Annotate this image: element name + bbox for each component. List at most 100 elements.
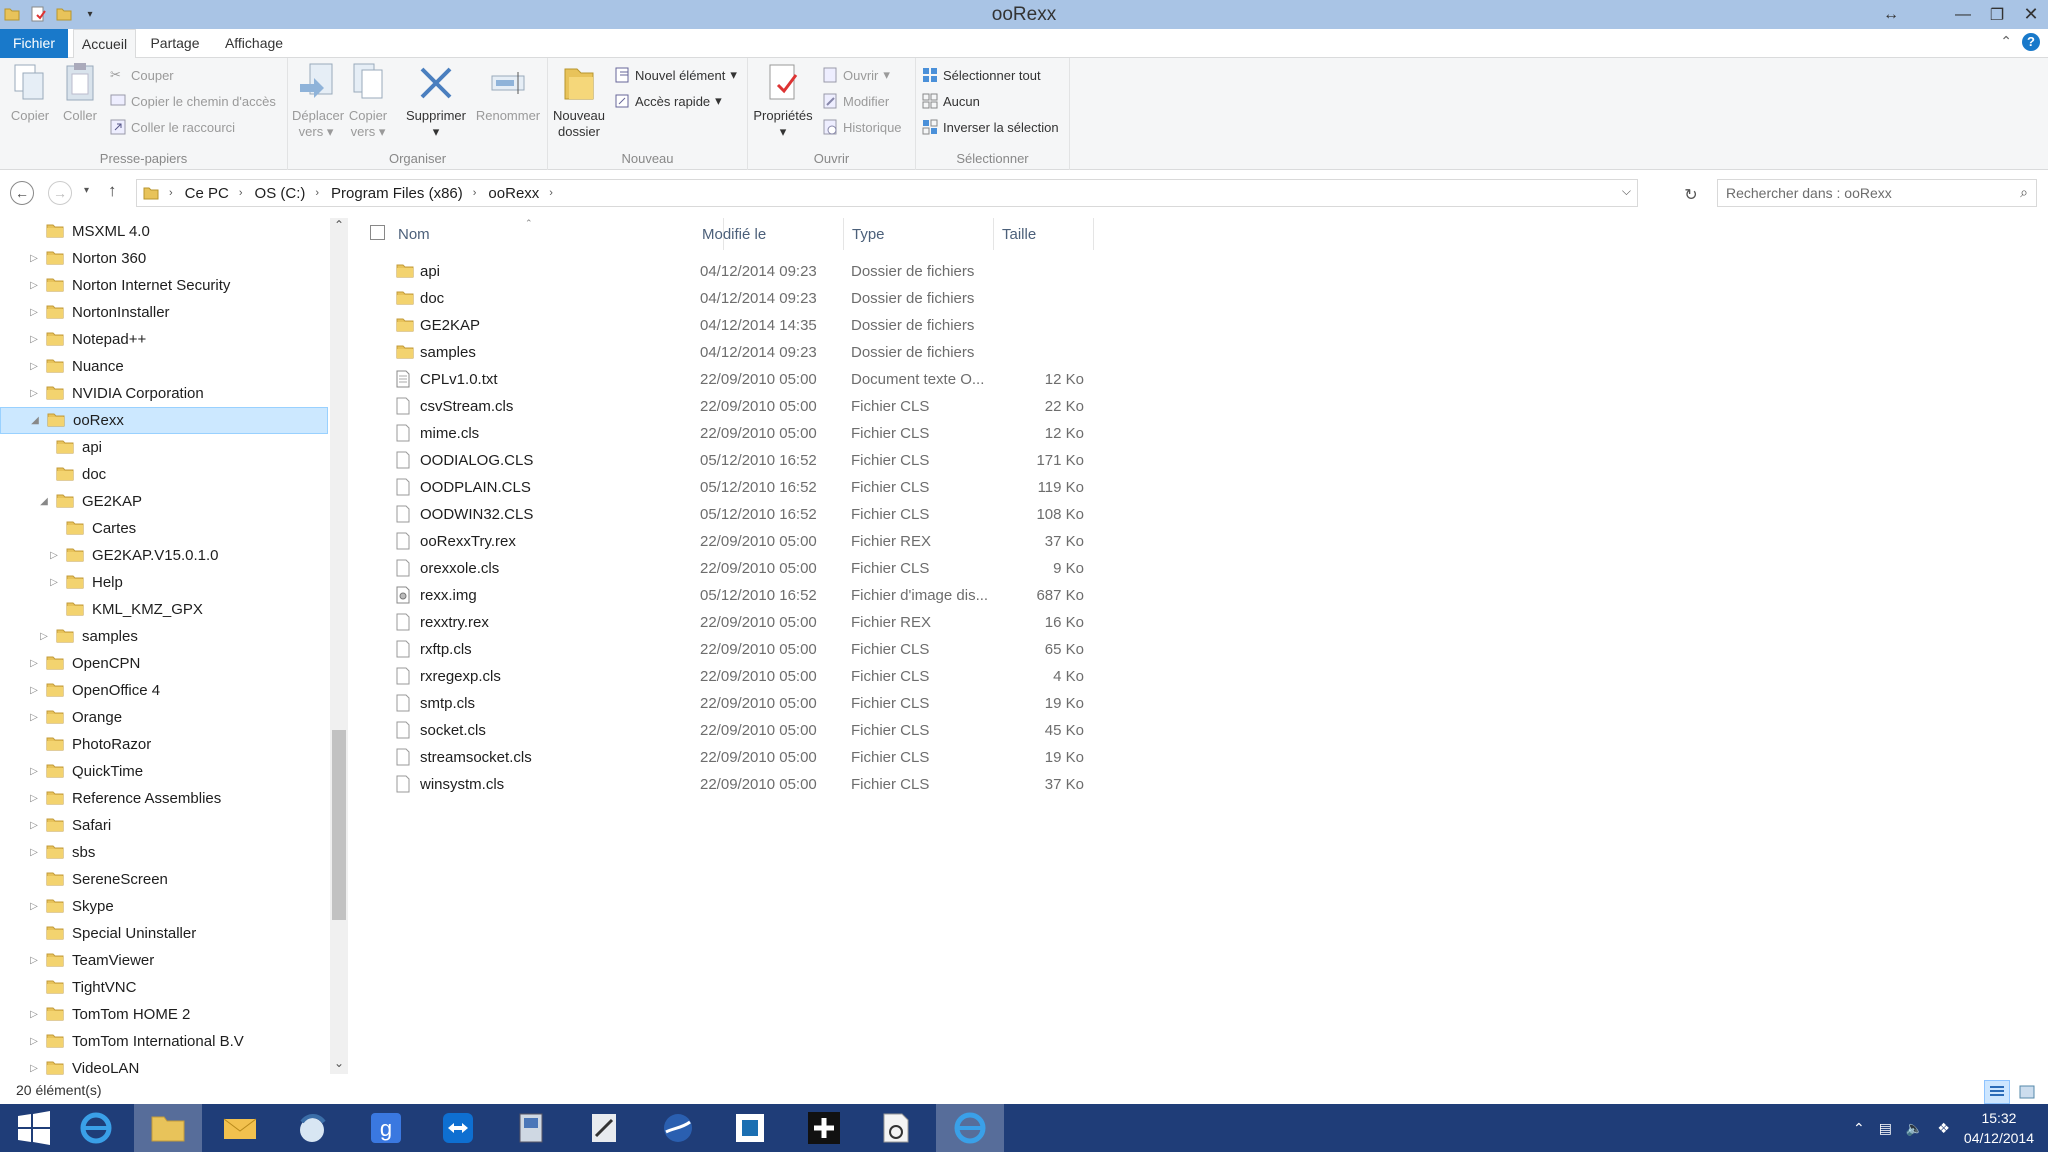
- back-button[interactable]: ←: [10, 181, 34, 205]
- file-row[interactable]: samples 04/12/2014 09:23 Dossier de fichie…: [360, 339, 1360, 366]
- tree-item[interactable]: MSXML 4.0: [0, 218, 328, 245]
- tree-item[interactable]: ▷ OpenCPN: [0, 650, 328, 677]
- tree-item[interactable]: ▷ Notepad++: [0, 326, 328, 353]
- copy-button[interactable]: Copier: [8, 62, 52, 124]
- thunderbird-icon[interactable]: [278, 1104, 346, 1152]
- show-hidden-icons-icon[interactable]: ⌃: [1853, 1120, 1865, 1137]
- network-icon[interactable]: ▤: [1879, 1120, 1892, 1137]
- file-row[interactable]: OODWIN32.CLS 05/12/2010 16:52 Fichier CLS 1…: [360, 501, 1360, 528]
- teamviewer-icon[interactable]: [424, 1104, 492, 1152]
- paste-shortcut-button[interactable]: Coller le raccourci: [110, 116, 235, 138]
- tree-expander-icon[interactable]: ▷: [48, 550, 60, 561]
- details-view-icon[interactable]: [1984, 1080, 2010, 1104]
- file-explorer-icon[interactable]: [134, 1104, 202, 1152]
- file-row[interactable]: orexxole.cls 22/09/2010 05:00 Fichier CLS 9…: [360, 555, 1360, 582]
- clock[interactable]: 15:32 04/12/2014: [1964, 1108, 2034, 1148]
- breadcrumb-chevron-icon[interactable]: ›: [315, 187, 319, 199]
- up-icon[interactable]: ↑: [108, 181, 117, 201]
- select-all-checkbox[interactable]: [370, 225, 385, 240]
- file-row[interactable]: streamsocket.cls 22/09/2010 05:00 Fichier …: [360, 744, 1360, 771]
- file-row[interactable]: ooRexxTry.rex 22/09/2010 05:00 Fichier REX…: [360, 528, 1360, 555]
- tree-item[interactable]: ▷ Help: [0, 569, 328, 596]
- tree-item[interactable]: ◢ GE2KAP: [0, 488, 328, 515]
- tab-view[interactable]: Affichage: [216, 29, 292, 58]
- address-dropdown-icon[interactable]: ⌵: [1622, 184, 1631, 199]
- tab-home[interactable]: Accueil: [73, 29, 136, 59]
- forward-button[interactable]: →: [48, 181, 72, 205]
- column-header-name[interactable]: Nom: [390, 218, 724, 250]
- breadcrumb-item[interactable]: OS (C:) ›: [249, 185, 326, 202]
- scrollbar-thumb[interactable]: [332, 730, 346, 920]
- scroll-up-icon[interactable]: ⌃: [330, 218, 348, 236]
- tree-item[interactable]: ▷ VideoLAN: [0, 1055, 328, 1080]
- column-header-modified[interactable]: Modifié le: [694, 218, 844, 250]
- tree-item[interactable]: ▷ TomTom HOME 2: [0, 1001, 328, 1028]
- tree-expander-icon[interactable]: ▷: [28, 1036, 40, 1047]
- tree-expander-icon[interactable]: ▷: [28, 685, 40, 696]
- tree-item[interactable]: ▷ Safari: [0, 812, 328, 839]
- tree-item[interactable]: ▷ QuickTime: [0, 758, 328, 785]
- file-row[interactable]: GE2KAP 04/12/2014 14:35 Dossier de fichier…: [360, 312, 1360, 339]
- tree-item[interactable]: ▷ Orange: [0, 704, 328, 731]
- tree-expander-icon[interactable]: ▷: [48, 577, 60, 588]
- breadcrumb-chevron-icon[interactable]: ›: [239, 187, 243, 199]
- tree-expander-icon[interactable]: ▷: [38, 631, 50, 642]
- file-row[interactable]: rexx.img 05/12/2010 16:52 Fichier d'image …: [360, 582, 1360, 609]
- tree-item[interactable]: ▷ Reference Assemblies: [0, 785, 328, 812]
- google-icon[interactable]: g: [352, 1104, 420, 1152]
- tree-item[interactable]: doc: [0, 461, 328, 488]
- outlook-icon[interactable]: [206, 1104, 274, 1152]
- maximize-button[interactable]: ❐: [1980, 0, 2014, 29]
- tree-item[interactable]: ▷ Skype: [0, 893, 328, 920]
- file-row[interactable]: CPLv1.0.txt 22/09/2010 05:00 Document text…: [360, 366, 1360, 393]
- breadcrumb-item[interactable]: ooRexx ›: [482, 185, 559, 202]
- file-row[interactable]: doc 04/12/2014 09:23 Dossier de fichiers: [360, 285, 1360, 312]
- tree-expander-icon[interactable]: ▷: [28, 793, 40, 804]
- easy-access-button[interactable]: Accès rapide ▾: [614, 90, 722, 112]
- recent-locations-icon[interactable]: ▾: [84, 185, 89, 196]
- tree-expander-icon[interactable]: ▷: [28, 334, 40, 345]
- tree-item[interactable]: TightVNC: [0, 974, 328, 1001]
- tree-item[interactable]: ▷ NVIDIA Corporation: [0, 380, 328, 407]
- close-button[interactable]: ✕: [2014, 0, 2048, 29]
- file-row[interactable]: OODIALOG.CLS 05/12/2010 16:52 Fichier CLS 1…: [360, 447, 1360, 474]
- tree-item[interactable]: ▷ Nuance: [0, 353, 328, 380]
- breadcrumb-chevron-icon[interactable]: ›: [473, 187, 477, 199]
- help-icon[interactable]: ?: [2022, 33, 2040, 51]
- notepad-icon[interactable]: [570, 1104, 638, 1152]
- tree-item[interactable]: ▷ samples: [0, 623, 328, 650]
- file-row[interactable]: rxftp.cls 22/09/2010 05:00 Fichier CLS 65 K…: [360, 636, 1360, 663]
- tree-expander-icon[interactable]: ▷: [28, 820, 40, 831]
- tree-expander-icon[interactable]: ▷: [28, 766, 40, 777]
- tree-item[interactable]: Special Uninstaller: [0, 920, 328, 947]
- tree-item[interactable]: ▷ Norton Internet Security: [0, 272, 328, 299]
- delete-button[interactable]: Supprimer ▾: [404, 62, 468, 140]
- tree-item[interactable]: SereneScreen: [0, 866, 328, 893]
- tree-item[interactable]: ▷ TeamViewer: [0, 947, 328, 974]
- tree-expander-icon[interactable]: ▷: [28, 253, 40, 264]
- file-row[interactable]: mime.cls 22/09/2010 05:00 Fichier CLS 12 Ko: [360, 420, 1360, 447]
- minimize-button[interactable]: —: [1946, 0, 1980, 29]
- new-item-button[interactable]: Nouvel élément ▾: [614, 64, 737, 86]
- nav-scrollbar[interactable]: ⌃ ⌄: [330, 218, 348, 1074]
- file-row[interactable]: smtp.cls 22/09/2010 05:00 Fichier CLS 19 Ko: [360, 690, 1360, 717]
- open-button[interactable]: Ouvrir ▾: [822, 64, 890, 86]
- tree-expander-icon[interactable]: ▷: [28, 1009, 40, 1020]
- tree-item[interactable]: ▷ GE2KAP.V15.0.1.0: [0, 542, 328, 569]
- column-header-size[interactable]: Taille: [994, 218, 1094, 250]
- invert-selection-button[interactable]: Inverser la sélection: [922, 116, 1059, 138]
- tree-item[interactable]: KML_KMZ_GPX: [0, 596, 328, 623]
- select-none-button[interactable]: Aucun: [922, 90, 980, 112]
- paste-button[interactable]: Coller: [58, 62, 102, 124]
- plus-icon[interactable]: [790, 1104, 858, 1152]
- refresh-icon[interactable]: ↻: [1680, 185, 1702, 205]
- tree-expander-icon[interactable]: ▷: [28, 712, 40, 723]
- tree-item[interactable]: PhotoRazor: [0, 731, 328, 758]
- scanner-icon[interactable]: [498, 1104, 566, 1152]
- start-icon[interactable]: [0, 1104, 68, 1152]
- file-row[interactable]: rexxtry.rex 22/09/2010 05:00 Fichier REX 16…: [360, 609, 1360, 636]
- tab-share[interactable]: Partage: [142, 29, 208, 58]
- select-all-button[interactable]: Sélectionner tout: [922, 64, 1041, 86]
- tree-expander-icon[interactable]: ▷: [28, 388, 40, 399]
- breadcrumb-chevron-icon[interactable]: ›: [549, 187, 553, 199]
